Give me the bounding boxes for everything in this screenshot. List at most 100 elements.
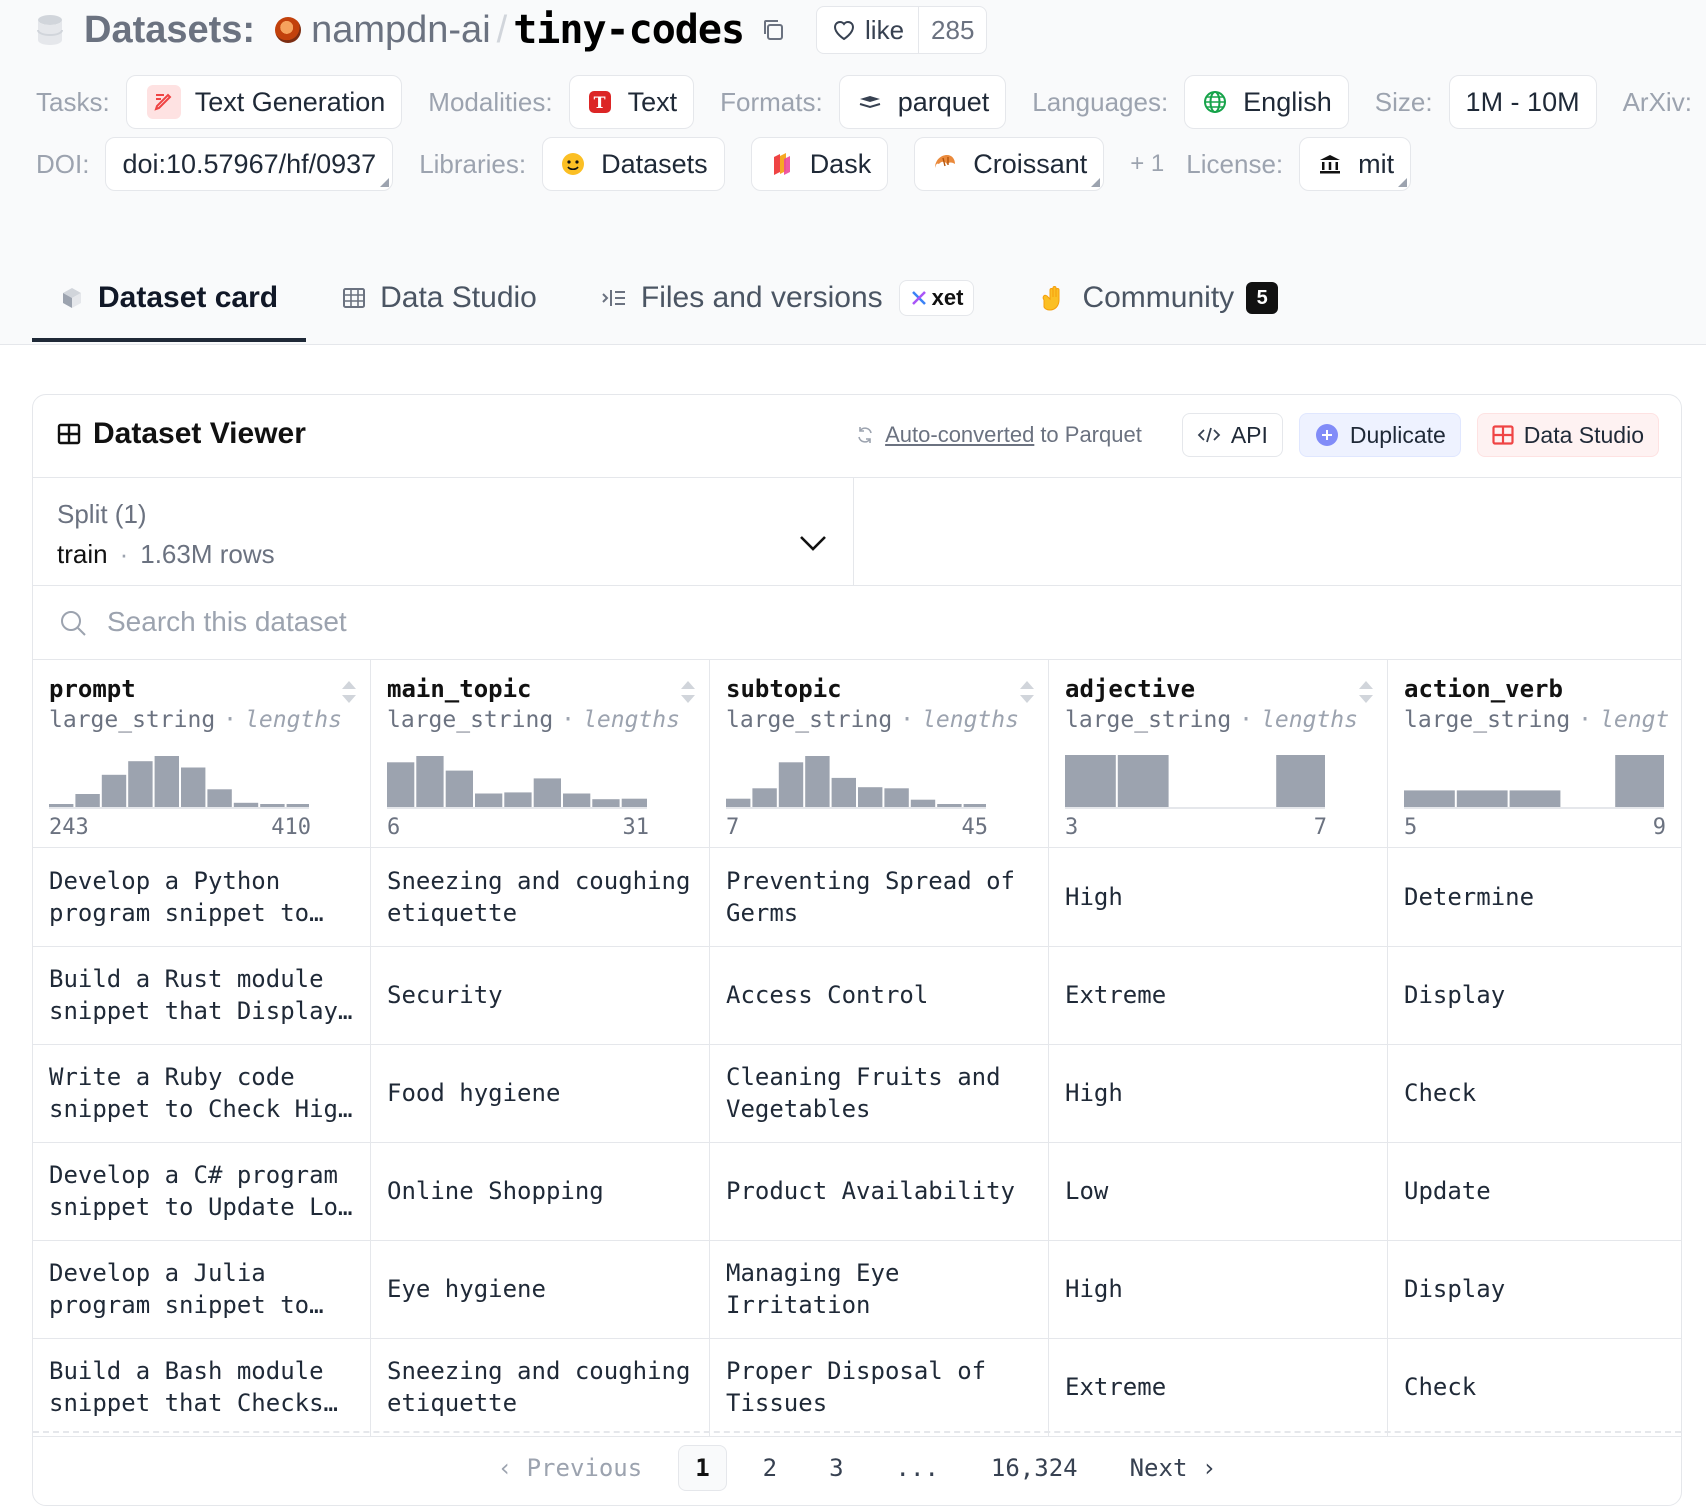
table-cell-action_verb[interactable]: Check xyxy=(1388,1338,1681,1436)
libraries-more[interactable]: + 1 xyxy=(1130,150,1164,178)
previous-page-button[interactable]: ‹ Previous xyxy=(482,1446,659,1490)
histogram-bar[interactable] xyxy=(504,792,532,807)
tag-library-croissant[interactable]: Croissant xyxy=(914,137,1105,191)
table-cell-prompt[interactable]: Write a Ruby code snippet to Check Hig… xyxy=(33,1044,371,1142)
histogram-bar[interactable] xyxy=(1615,755,1664,807)
histogram-bar[interactable] xyxy=(128,761,153,807)
table-cell-prompt[interactable]: Develop a Python program snippet to… xyxy=(33,848,371,946)
histogram-bar[interactable] xyxy=(154,756,179,807)
like-button[interactable]: like xyxy=(817,7,918,53)
table-row[interactable]: Build a Bash module snippet that Checks…… xyxy=(33,1338,1681,1437)
table-cell-subtopic[interactable]: Preventing Spread of Germs xyxy=(710,848,1049,946)
page-3-button[interactable]: 3 xyxy=(813,1446,859,1490)
table-cell-adjective[interactable]: High xyxy=(1049,1240,1388,1338)
table-row[interactable]: Write a Ruby code snippet to Check Hig… F… xyxy=(33,1044,1681,1143)
histogram-bar[interactable] xyxy=(1065,755,1116,807)
split-selector[interactable]: Split (1) train · 1.63M rows xyxy=(33,477,854,585)
table-cell-subtopic[interactable]: Cleaning Fruits and Vegetables xyxy=(710,1044,1049,1142)
chevron-down-icon[interactable] xyxy=(798,533,828,553)
datasets-label[interactable]: Datasets: xyxy=(84,9,255,52)
histogram-bar[interactable] xyxy=(884,788,909,807)
sort-icon[interactable] xyxy=(679,679,697,705)
histogram-bar[interactable] xyxy=(445,770,473,807)
table-cell-main_topic[interactable]: Online Shopping xyxy=(371,1142,710,1240)
histogram-bar[interactable] xyxy=(286,804,309,807)
table-cell-subtopic[interactable]: Product Availability xyxy=(710,1142,1049,1240)
sort-icon[interactable] xyxy=(1018,679,1036,705)
org-name-link[interactable]: nampdn-ai xyxy=(311,9,491,52)
tag-doi[interactable]: doi:10.57967/hf/0937 xyxy=(105,137,394,191)
org-avatar[interactable] xyxy=(275,17,302,43)
tag-size[interactable]: 1M - 10M xyxy=(1448,75,1597,129)
api-button[interactable]: API xyxy=(1181,413,1283,457)
histogram-bar[interactable] xyxy=(233,802,259,807)
table-cell-prompt[interactable]: Build a Rust module snippet that Display… xyxy=(33,946,371,1044)
table-cell-main_topic[interactable]: Sneezing and coughing etiquette xyxy=(371,1338,710,1436)
table-cell-action_verb[interactable]: Check xyxy=(1388,1044,1681,1142)
auto-converted-link[interactable]: Auto-converted xyxy=(885,422,1034,448)
dataset-name-link[interactable]: tiny-codes xyxy=(513,7,745,53)
column-header-action_verb[interactable]: action_verb large_string · lengt 5 9 xyxy=(1388,659,1681,847)
histogram-bar[interactable] xyxy=(858,787,883,807)
histogram-bar[interactable] xyxy=(937,804,962,807)
search-input[interactable] xyxy=(105,599,1009,645)
histogram-bar[interactable] xyxy=(831,777,856,807)
tag-task[interactable]: Text Generation xyxy=(125,75,403,129)
histogram-bar[interactable] xyxy=(260,804,285,807)
histogram-bar[interactable] xyxy=(387,762,415,807)
histogram-bar[interactable] xyxy=(1276,755,1325,807)
table-cell-action_verb[interactable]: Display xyxy=(1388,1240,1681,1338)
copy-icon[interactable] xyxy=(760,17,786,43)
histogram-bar[interactable] xyxy=(592,799,620,807)
table-cell-prompt[interactable]: Build a Bash module snippet that Checks… xyxy=(33,1338,371,1436)
histogram-bar[interactable] xyxy=(75,794,100,807)
histogram-bar[interactable] xyxy=(207,789,232,807)
table-cell-adjective[interactable]: Extreme xyxy=(1049,1338,1388,1436)
tab-data-studio[interactable]: Data Studio xyxy=(314,266,565,330)
page-2-button[interactable]: 2 xyxy=(747,1446,793,1490)
table-cell-action_verb[interactable]: Determine xyxy=(1388,848,1681,946)
histogram-bar[interactable] xyxy=(805,756,830,807)
tab-files-and-versions[interactable]: Files and versions xet xyxy=(573,266,1003,330)
table-cell-subtopic[interactable]: Proper Disposal of Tissues xyxy=(710,1338,1049,1436)
tag-format[interactable]: parquet xyxy=(838,75,1007,129)
histogram-bar[interactable] xyxy=(1404,790,1455,807)
tab-community[interactable]: Community 5 xyxy=(1010,266,1306,330)
histogram-bar[interactable] xyxy=(726,798,751,807)
histogram-bar[interactable] xyxy=(752,788,777,807)
table-row[interactable]: Develop a Python program snippet to… Snee… xyxy=(33,848,1681,947)
column-header-subtopic[interactable]: subtopic large_string · lengths 7 45 xyxy=(710,659,1049,847)
last-page-button[interactable]: 16,324 xyxy=(975,1446,1094,1490)
table-cell-adjective[interactable]: Extreme xyxy=(1049,946,1388,1044)
histogram-bar[interactable] xyxy=(1456,790,1508,807)
duplicate-button[interactable]: Duplicate xyxy=(1298,413,1461,457)
data-studio-button[interactable]: Data Studio xyxy=(1476,413,1659,457)
tag-modality[interactable]: T Text xyxy=(568,75,695,129)
table-cell-main_topic[interactable]: Security xyxy=(371,946,710,1044)
page-1-button[interactable]: 1 xyxy=(678,1445,727,1491)
histogram-bar[interactable] xyxy=(416,756,444,807)
histogram-bar[interactable] xyxy=(910,799,936,807)
histogram-bar[interactable] xyxy=(533,778,561,807)
histogram-bar[interactable] xyxy=(101,774,127,807)
tag-license[interactable]: mit xyxy=(1299,137,1412,191)
tag-library-dask[interactable]: Dask xyxy=(750,137,889,191)
histogram-bar[interactable] xyxy=(1509,790,1561,807)
histogram-bar[interactable] xyxy=(1117,755,1169,807)
histogram-bar[interactable] xyxy=(49,804,74,807)
table-cell-subtopic[interactable]: Access Control xyxy=(710,946,1049,1044)
table-cell-main_topic[interactable]: Sneezing and coughing etiquette xyxy=(371,848,710,946)
tab-dataset-card[interactable]: Dataset card xyxy=(32,266,307,342)
table-row[interactable]: Build a Rust module snippet that Display… xyxy=(33,946,1681,1045)
table-row[interactable]: Develop a C# program snippet to Update L… xyxy=(33,1142,1681,1241)
table-cell-main_topic[interactable]: Food hygiene xyxy=(371,1044,710,1142)
histogram-bar[interactable] xyxy=(963,804,986,807)
table-cell-prompt[interactable]: Develop a Julia program snippet to… xyxy=(33,1240,371,1338)
histogram-bar[interactable] xyxy=(563,793,591,808)
histogram-bar[interactable] xyxy=(621,798,647,807)
table-cell-adjective[interactable]: High xyxy=(1049,848,1388,946)
table-cell-action_verb[interactable]: Update xyxy=(1388,1142,1681,1240)
table-cell-adjective[interactable]: High xyxy=(1049,1044,1388,1142)
table-cell-adjective[interactable]: Low xyxy=(1049,1142,1388,1240)
sort-icon[interactable] xyxy=(340,679,358,705)
